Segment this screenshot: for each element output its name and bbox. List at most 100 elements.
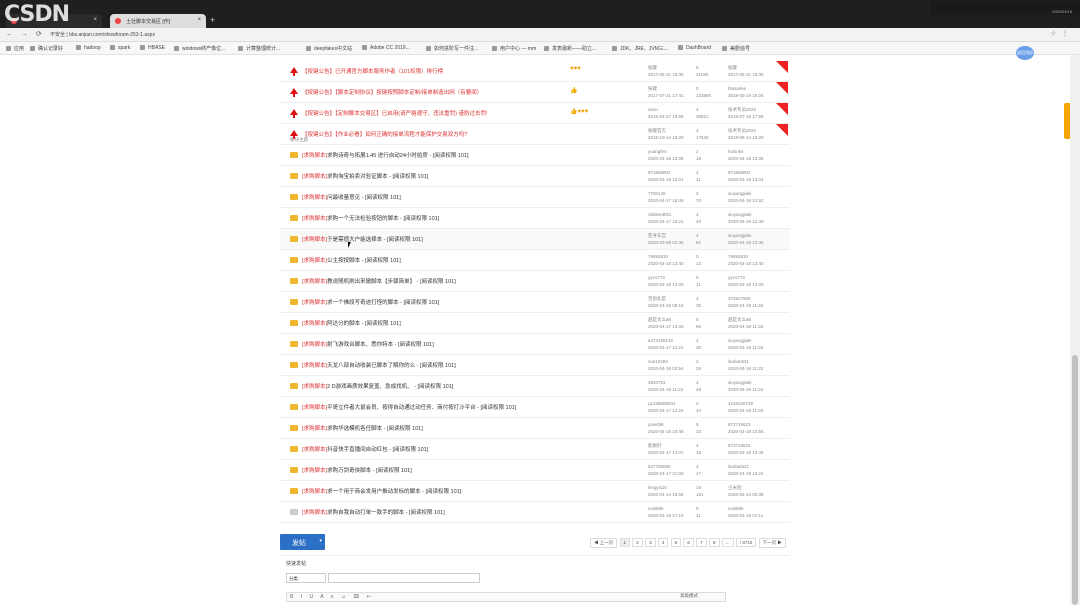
page-link[interactable]: 8 bbox=[708, 538, 720, 547]
thread-row[interactable]: [求购脚本]求购华选模机各任脚本 - [阅读权限 101] yaxi498 202… bbox=[280, 418, 790, 439]
bookmark-item[interactable]: deepfakes中文站 bbox=[306, 45, 352, 52]
thread-author: 百思此是 2020-04-16 09:10 bbox=[648, 296, 684, 308]
thread-row[interactable]: [求购脚本]求一个佛段写奇迹打怪的脚本 - [阅读权限 101] 百思此是 202… bbox=[280, 292, 790, 313]
bookmark-item[interactable]: spark bbox=[110, 45, 130, 51]
page-link[interactable]: 1 bbox=[619, 538, 631, 547]
page-link[interactable]: 3 bbox=[645, 538, 656, 547]
back-to-top-button[interactable]: 返回顶部 bbox=[1016, 46, 1034, 60]
thread-title[interactable]: 【按键公告】已开通官方脚本服务作者（101权限）排行榜 bbox=[302, 67, 443, 75]
thread-row[interactable]: [求购脚本]2 D游戏画质效果复盖、急成找机、 - [阅读权限 101] 482… bbox=[280, 376, 790, 397]
page-link[interactable]: 4 bbox=[657, 538, 669, 547]
nav-buttons[interactable]: ←→⟳ bbox=[6, 30, 50, 38]
thread-row[interactable]: [求购脚本]阿达分的脚本 - [阅读权限 101] 越是太么88 2020-04-… bbox=[280, 313, 790, 334]
thread-title[interactable]: 【按键公告】【脚本定制协议】按键按照脚本定制/接单制造出网（有要闻） bbox=[302, 88, 482, 96]
thread-title[interactable]: [求购脚本]求一个佛段写奇迹打怪的脚本 - [阅读权限 101] bbox=[302, 298, 439, 306]
new-post-button[interactable]: 发帖 ▾ bbox=[280, 534, 325, 550]
thread-row[interactable]: [求购脚本]射飞游戏台脚本、悉你特本 - [阅读权限 101] a4741551… bbox=[280, 334, 790, 355]
bookmark-item[interactable]: windows终产像位... bbox=[174, 45, 225, 52]
bookmark-item[interactable]: hadoop bbox=[76, 45, 101, 51]
thread-title[interactable]: [求购脚本]射飞游戏台脚本、悉你特本 - [阅读权限 101] bbox=[302, 340, 434, 348]
last-reply: 78692630 2020-04-18 12:40 bbox=[728, 254, 764, 266]
thread-title[interactable]: [求购脚本]于是需值大户能选择本 - [阅读权限 101] bbox=[302, 235, 423, 243]
browser-tab-active[interactable]: 土壮脚本交易区 [作] × bbox=[110, 14, 206, 28]
editor-toolbar[interactable]: B I U A ≡ ☺ ⌧ ↩ bbox=[286, 592, 726, 602]
thread-title[interactable]: [求购脚本]求一个用于商会发用户推动发标的脚本 - [阅读权限 101] bbox=[302, 487, 461, 495]
page-link[interactable]: 5 bbox=[670, 538, 682, 547]
close-tab-icon[interactable]: × bbox=[197, 17, 201, 23]
announcement-row[interactable]: 【按键公告】【脚本定制协议】按键按照脚本定制/接单制造出网（有要闻） 👍 按键 2… bbox=[280, 82, 790, 103]
thread-title[interactable]: [求购脚本]公主按按脚本 - [阅读权限 101] bbox=[302, 256, 401, 264]
bookmark-item[interactable]: JDK、JRE、JVM三... bbox=[612, 45, 668, 52]
prev-page-button[interactable]: ◀ 上一页 bbox=[590, 538, 618, 548]
thread-stats: 5 32 bbox=[696, 422, 702, 434]
thread-row[interactable]: [求购脚本]问最收量意见 - [阅读权限 101] 7700140 2020-04… bbox=[280, 187, 790, 208]
new-tab-button[interactable]: + bbox=[210, 15, 215, 25]
folder-icon bbox=[290, 320, 298, 326]
bookmark-item[interactable]: 如何进阶写一件注... bbox=[426, 45, 478, 52]
category-select[interactable]: 分类 bbox=[286, 573, 326, 583]
thread-stats: 18 161 bbox=[696, 485, 704, 497]
post-title-input[interactable] bbox=[328, 573, 480, 583]
thread-author: 971568804 2020-04-18 12:01 bbox=[648, 170, 684, 182]
url-field[interactable]: 不安全 | bbs.anjian.com/showforum-253-1.asp… bbox=[50, 30, 1010, 40]
page-scrollbar[interactable] bbox=[1070, 55, 1080, 605]
thread-row[interactable]: [求购脚本]求一个用于商会发用户推动发标的脚本 - [阅读权限 101] len… bbox=[280, 481, 790, 502]
thread-title[interactable]: [求购脚本]求购自我自动打单一款手的脚本 - [阅读权限 101] bbox=[302, 508, 445, 516]
thread-title[interactable]: [求购脚本]问最收量意见 - [阅读权限 101] bbox=[302, 193, 401, 201]
announcement-row[interactable]: 【按键公告】【作业必看】如何正确的接单流程才能保护交易双方吗? 按键官方 2015… bbox=[280, 124, 790, 145]
thread-title[interactable]: [求购脚本]天龙八部自动收装已脚本了解你的么 - [阅读权限 101] bbox=[302, 361, 456, 369]
thread-row[interactable]: [求购脚本]公主按按脚本 - [阅读权限 101] 78692630 2020-0… bbox=[280, 250, 790, 271]
announcement-arrow-icon bbox=[290, 88, 298, 97]
thread-title[interactable]: [求购脚本]求购华选模机各任脚本 - [阅读权限 101] bbox=[302, 424, 423, 432]
thread-row[interactable]: [求购脚本]抖音快手直播间自动红包 - [阅读权限 101] 能根好 2020-0… bbox=[280, 439, 790, 460]
thread-title[interactable]: [求购脚本]阿达分的脚本 - [阅读权限 101] bbox=[302, 319, 401, 327]
next-page-button[interactable]: 下一页 ▶ bbox=[758, 538, 786, 548]
scrollbar-thumb[interactable] bbox=[1072, 355, 1078, 605]
bookmark-item[interactable]: Adobe CC 2019... bbox=[362, 45, 410, 51]
thread-row[interactable]: [求购脚本]求购一个无法检验按钮的脚本 - [阅读权限 101] nbbleed… bbox=[280, 208, 790, 229]
bookmark-item[interactable]: 计算整理统计... bbox=[238, 45, 280, 52]
thread-row[interactable]: [求购脚本]天龙八部自动收装已脚本了解你的么 - [阅读权限 101] xue1… bbox=[280, 355, 790, 376]
announcement-row[interactable]: 【按键公告】已开通官方脚本服务作者（101权限）排行榜 ♥♥♥ 按键 2017-0… bbox=[280, 61, 790, 82]
page-link[interactable]: 7 bbox=[696, 538, 707, 547]
thread-row[interactable]: [求购脚本]平哥立件者大鼠会员、按得自动通过动任务、商付按打沙平台 - [阅读权… bbox=[280, 397, 790, 418]
thread-title[interactable]: 【按键公告】【作业必看】如何正确的接单流程才能保护交易双方吗? bbox=[302, 130, 467, 138]
thread-title[interactable]: [求购脚本]求购一个无法检验按钮的脚本 - [阅读权限 101] bbox=[302, 214, 439, 222]
thread-title[interactable]: 【按键公告】【定制脚本交易区】已启用(请严格遵守、违法重罚) 谨防过去罚! bbox=[302, 109, 487, 117]
page-link[interactable]: 2 bbox=[632, 538, 643, 547]
last-reply: 873719623 2020-04-18 10:55 bbox=[728, 422, 764, 434]
thread-title[interactable]: [求购脚本]教说随机刷出来撤脚本【步骤简单】 - [阅读权限 101] bbox=[302, 277, 456, 285]
thread-title[interactable]: [求购脚本]求购万剑奇侠脚本 - [阅读权限 101] bbox=[302, 466, 412, 474]
thread-title[interactable]: [求购脚本]求购诗奇与拓展1.45 进行自动24小时给房 - [阅读权限 101… bbox=[302, 151, 469, 159]
thread-row[interactable]: [求购脚本]求购淘宝拍卖对验证脚本 - [阅读权限 101] 971568804… bbox=[280, 166, 790, 187]
star-icon[interactable]: ☆⋮ bbox=[1051, 30, 1074, 37]
thread-row[interactable]: [求购脚本]教说随机刷出来撤脚本【步骤简单】 - [阅读权限 101] yyzu… bbox=[280, 271, 790, 292]
watermark-logo: CSDN bbox=[4, 2, 70, 27]
announcement-row[interactable]: 【按键公告】【定制脚本交易区】已启用(请严格遵守、违法重罚) 谨防过去罚! 👍♥… bbox=[280, 103, 790, 124]
page-link[interactable]: 6 bbox=[683, 538, 694, 547]
folder-icon bbox=[290, 257, 298, 263]
last-reply: xiuyangjiale 2020-04-18 11:34 bbox=[728, 380, 764, 392]
advanced-mode-link[interactable]: 高级模式 bbox=[680, 593, 698, 599]
thread-row[interactable]: [求购脚本]求购万剑奇侠脚本 - [阅读权限 101] 527705060 202… bbox=[280, 460, 790, 481]
bookmark-item[interactable]: 用户中心 — mm bbox=[492, 45, 536, 52]
bookmark-item[interactable]: 确认记录好 bbox=[30, 45, 63, 52]
tab-title: 土壮脚本交易区 [作] bbox=[126, 19, 171, 25]
bookmark-item[interactable]: 发表最新——助立... bbox=[544, 45, 596, 52]
thread-title[interactable]: [求购脚本]平哥立件者大鼠会员、按得自动通过动任务、商付按打沙平台 - [阅读权… bbox=[302, 403, 516, 411]
thread-author: nbbleed001 2020-04-17 15:21 bbox=[648, 212, 684, 224]
thread-row[interactable]: [求购脚本]于是需值大户能选择本 - [阅读权限 101] 亚寻东宫 2020-0… bbox=[280, 229, 790, 250]
thread-title[interactable]: [求购脚本]2 D游戏画质效果复盖、急成找机、 - [阅读权限 101] bbox=[302, 382, 453, 390]
thread-row[interactable]: [求购脚本]求购自我自动打单一款手的脚本 - [阅读权限 101] xow8de… bbox=[280, 502, 790, 523]
bookmark-item[interactable]: 美剧追号 bbox=[722, 45, 750, 52]
bookmark-item[interactable]: 应用 bbox=[6, 45, 24, 52]
last-reply: 按键 2017-05-31 16:30 bbox=[728, 65, 764, 77]
close-tab-icon[interactable]: × bbox=[93, 17, 97, 23]
thread-author: lengyi110 2020-04-14 16:58 bbox=[648, 485, 684, 497]
thread-title[interactable]: [求购脚本]抖音快手直播间自动红包 - [阅读权限 101] bbox=[302, 445, 428, 453]
bookmark-item[interactable]: DashBoard bbox=[678, 45, 711, 51]
thread-title[interactable]: [求购脚本]求购淘宝拍卖对验证脚本 - [阅读权限 101] bbox=[302, 172, 428, 180]
page-jump-input[interactable]: / 3710 bbox=[735, 538, 757, 547]
bookmark-item[interactable]: HBASE bbox=[140, 45, 165, 51]
thread-row[interactable]: [求购脚本]求购诗奇与拓展1.45 进行自动24小时给房 - [阅读权限 101… bbox=[280, 145, 790, 166]
